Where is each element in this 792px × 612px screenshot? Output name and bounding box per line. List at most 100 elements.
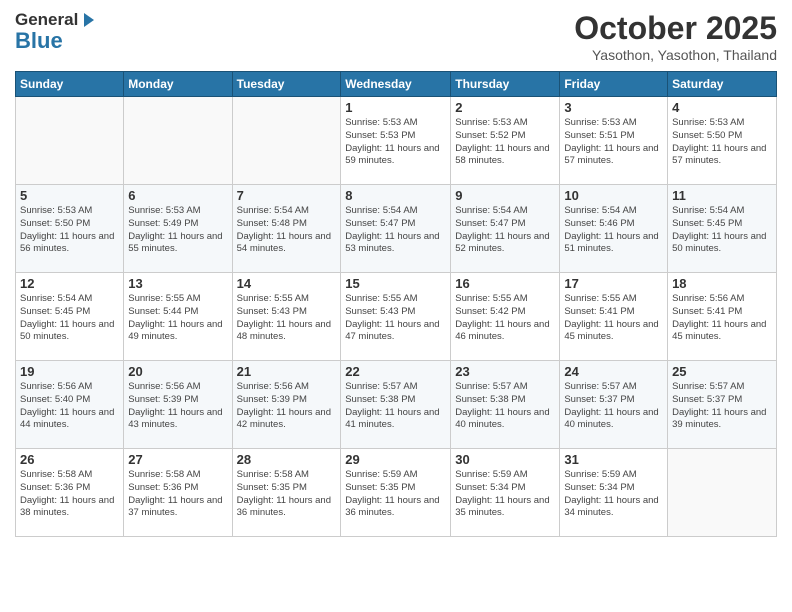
day-info: Sunrise: 5:57 AM Sunset: 5:37 PM Dayligh…: [564, 381, 663, 432]
day-info: Sunrise: 5:56 AM Sunset: 5:41 PM Dayligh…: [672, 293, 772, 344]
calendar-cell: 23 Sunrise: 5:57 AM Sunset: 5:38 PM Dayli…: [451, 361, 560, 449]
day-number: 24: [564, 364, 663, 379]
day-info: Sunrise: 5:54 AM Sunset: 5:45 PM Dayligh…: [672, 205, 772, 256]
calendar-cell: [124, 97, 232, 185]
day-info: Sunrise: 5:54 AM Sunset: 5:47 PM Dayligh…: [455, 205, 555, 256]
day-info: Sunrise: 5:54 AM Sunset: 5:46 PM Dayligh…: [564, 205, 663, 256]
month-title: October 2025: [574, 10, 777, 47]
calendar-cell: 5Sunrise: 5:53 AM Sunset: 5:50 PM Daylig…: [16, 185, 124, 273]
day-info: Sunrise: 5:54 AM Sunset: 5:45 PM Dayligh…: [20, 293, 119, 344]
calendar-cell: 16Sunrise: 5:55 AM Sunset: 5:42 PM Dayli…: [451, 273, 560, 361]
location: Yasothon, Yasothon, Thailand: [574, 47, 777, 63]
calendar-cell: 9 Sunrise: 5:54 AM Sunset: 5:47 PM Daylig…: [451, 185, 560, 273]
calendar-cell: [668, 449, 777, 537]
day-info: Sunrise: 5:58 AM Sunset: 5:35 PM Dayligh…: [237, 469, 337, 520]
day-info: Sunrise: 5:58 AM Sunset: 5:36 PM Dayligh…: [128, 469, 227, 520]
calendar-cell: 11 Sunrise: 5:54 AM Sunset: 5:45 PM Dayli…: [668, 185, 777, 273]
day-number: 25: [672, 364, 772, 379]
day-info: Sunrise: 5:57 AM Sunset: 5:38 PM Dayligh…: [345, 381, 446, 432]
day-number: 28: [237, 452, 337, 467]
calendar-week-row: 5Sunrise: 5:53 AM Sunset: 5:50 PM Daylig…: [16, 185, 777, 273]
day-number: 29: [345, 452, 446, 467]
calendar-cell: 6 Sunrise: 5:53 AM Sunset: 5:49 PM Daylig…: [124, 185, 232, 273]
day-info: Sunrise: 5:53 AM Sunset: 5:49 PM Dayligh…: [128, 205, 227, 256]
day-info: Sunrise: 5:57 AM Sunset: 5:37 PM Dayligh…: [672, 381, 772, 432]
calendar-cell: 17Sunrise: 5:55 AM Sunset: 5:41 PM Dayli…: [560, 273, 668, 361]
calendar-cell: 28 Sunrise: 5:58 AM Sunset: 5:35 PM Dayli…: [232, 449, 341, 537]
logo-blue: Blue: [15, 30, 63, 52]
calendar-cell: 2Sunrise: 5:53 AM Sunset: 5:52 PM Daylig…: [451, 97, 560, 185]
day-info: Sunrise: 5:53 AM Sunset: 5:53 PM Dayligh…: [345, 117, 446, 168]
day-number: 19: [20, 364, 119, 379]
day-number: 4: [672, 100, 772, 115]
calendar-week-row: 12 Sunrise: 5:54 AM Sunset: 5:45 PM Dayli…: [16, 273, 777, 361]
header: General Blue October 2025 Yasothon, Yaso…: [15, 10, 777, 63]
calendar-cell: 8Sunrise: 5:54 AM Sunset: 5:47 PM Daylig…: [341, 185, 451, 273]
day-info: Sunrise: 5:53 AM Sunset: 5:50 PM Dayligh…: [672, 117, 772, 168]
calendar-cell: 20 Sunrise: 5:56 AM Sunset: 5:39 PM Dayli…: [124, 361, 232, 449]
logo: General Blue: [15, 10, 98, 52]
calendar-cell: 31 Sunrise: 5:59 AM Sunset: 5:34 PM Dayli…: [560, 449, 668, 537]
day-number: 15: [345, 276, 446, 291]
logo-general: General: [15, 10, 78, 30]
day-info: Sunrise: 5:59 AM Sunset: 5:34 PM Dayligh…: [455, 469, 555, 520]
calendar-cell: 30 Sunrise: 5:59 AM Sunset: 5:34 PM Dayli…: [451, 449, 560, 537]
day-number: 12: [20, 276, 119, 291]
calendar-cell: 25 Sunrise: 5:57 AM Sunset: 5:37 PM Dayli…: [668, 361, 777, 449]
day-number: 5: [20, 188, 119, 203]
calendar-cell: 29Sunrise: 5:59 AM Sunset: 5:35 PM Dayli…: [341, 449, 451, 537]
calendar-week-row: 19 Sunrise: 5:56 AM Sunset: 5:40 PM Dayli…: [16, 361, 777, 449]
calendar-page: General Blue October 2025 Yasothon, Yaso…: [0, 0, 792, 612]
calendar-cell: 19 Sunrise: 5:56 AM Sunset: 5:40 PM Dayli…: [16, 361, 124, 449]
day-number: 22: [345, 364, 446, 379]
calendar-cell: [232, 97, 341, 185]
day-number: 1: [345, 100, 446, 115]
day-info: Sunrise: 5:53 AM Sunset: 5:51 PM Dayligh…: [564, 117, 663, 168]
day-info: Sunrise: 5:55 AM Sunset: 5:43 PM Dayligh…: [237, 293, 337, 344]
calendar-week-row: 26 Sunrise: 5:58 AM Sunset: 5:36 PM Dayli…: [16, 449, 777, 537]
day-number: 21: [237, 364, 337, 379]
day-info: Sunrise: 5:59 AM Sunset: 5:34 PM Dayligh…: [564, 469, 663, 520]
calendar-cell: 13Sunrise: 5:55 AM Sunset: 5:44 PM Dayli…: [124, 273, 232, 361]
calendar-cell: 18 Sunrise: 5:56 AM Sunset: 5:41 PM Dayli…: [668, 273, 777, 361]
day-number: 27: [128, 452, 227, 467]
calendar-cell: 7Sunrise: 5:54 AM Sunset: 5:48 PM Daylig…: [232, 185, 341, 273]
day-number: 3: [564, 100, 663, 115]
day-number: 26: [20, 452, 119, 467]
calendar-cell: 12 Sunrise: 5:54 AM Sunset: 5:45 PM Dayli…: [16, 273, 124, 361]
day-info: Sunrise: 5:55 AM Sunset: 5:42 PM Dayligh…: [455, 293, 555, 344]
day-number: 2: [455, 100, 555, 115]
day-number: 30: [455, 452, 555, 467]
calendar-cell: 24 Sunrise: 5:57 AM Sunset: 5:37 PM Dayli…: [560, 361, 668, 449]
day-info: Sunrise: 5:56 AM Sunset: 5:39 PM Dayligh…: [128, 381, 227, 432]
day-info: Sunrise: 5:54 AM Sunset: 5:47 PM Dayligh…: [345, 205, 446, 256]
day-number: 14: [237, 276, 337, 291]
day-info: Sunrise: 5:55 AM Sunset: 5:41 PM Dayligh…: [564, 293, 663, 344]
calendar-cell: 26 Sunrise: 5:58 AM Sunset: 5:36 PM Dayli…: [16, 449, 124, 537]
day-number: 18: [672, 276, 772, 291]
day-number: 6: [128, 188, 227, 203]
weekday-header: Monday: [124, 72, 232, 97]
calendar-table: SundayMondayTuesdayWednesdayThursdayFrid…: [15, 71, 777, 537]
day-number: 20: [128, 364, 227, 379]
day-number: 11: [672, 188, 772, 203]
day-info: Sunrise: 5:55 AM Sunset: 5:43 PM Dayligh…: [345, 293, 446, 344]
weekday-header: Tuesday: [232, 72, 341, 97]
calendar-week-row: 1 Sunrise: 5:53 AM Sunset: 5:53 PM Daylig…: [16, 97, 777, 185]
day-info: Sunrise: 5:57 AM Sunset: 5:38 PM Dayligh…: [455, 381, 555, 432]
day-number: 31: [564, 452, 663, 467]
calendar-cell: 10Sunrise: 5:54 AM Sunset: 5:46 PM Dayli…: [560, 185, 668, 273]
day-info: Sunrise: 5:56 AM Sunset: 5:40 PM Dayligh…: [20, 381, 119, 432]
calendar-cell: 21 Sunrise: 5:56 AM Sunset: 5:39 PM Dayli…: [232, 361, 341, 449]
weekday-header: Sunday: [16, 72, 124, 97]
day-number: 9: [455, 188, 555, 203]
calendar-cell: 15 Sunrise: 5:55 AM Sunset: 5:43 PM Dayli…: [341, 273, 451, 361]
day-info: Sunrise: 5:54 AM Sunset: 5:48 PM Dayligh…: [237, 205, 337, 256]
day-number: 23: [455, 364, 555, 379]
calendar-cell: [16, 97, 124, 185]
day-info: Sunrise: 5:56 AM Sunset: 5:39 PM Dayligh…: [237, 381, 337, 432]
weekday-header: Thursday: [451, 72, 560, 97]
day-info: Sunrise: 5:55 AM Sunset: 5:44 PM Dayligh…: [128, 293, 227, 344]
calendar-cell: 22 Sunrise: 5:57 AM Sunset: 5:38 PM Dayli…: [341, 361, 451, 449]
day-info: Sunrise: 5:58 AM Sunset: 5:36 PM Dayligh…: [20, 469, 119, 520]
